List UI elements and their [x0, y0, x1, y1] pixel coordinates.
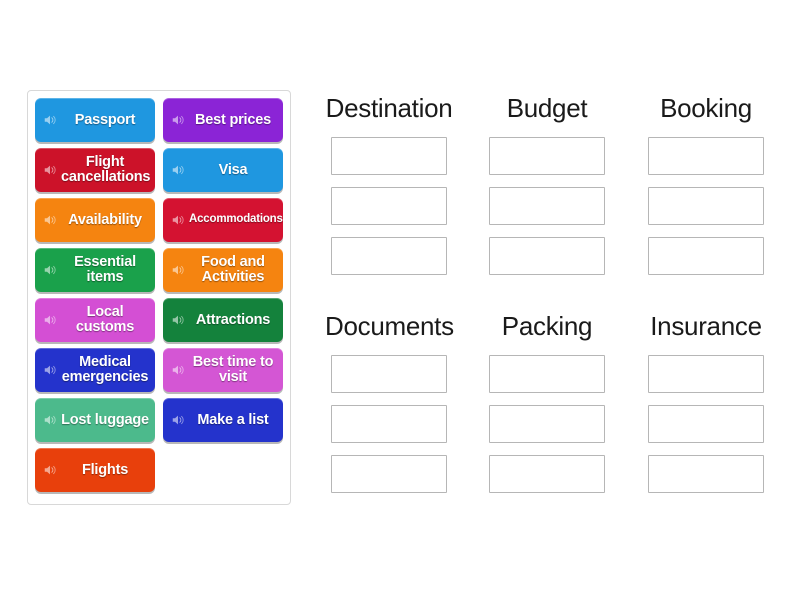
draggable-tile[interactable]: Passport [35, 98, 155, 142]
tile-cell: Flight cancellations [31, 145, 159, 195]
tile-label: Flights [81, 461, 129, 478]
drop-slot[interactable] [331, 355, 447, 393]
speaker-icon[interactable] [43, 363, 57, 377]
draggable-tile[interactable]: Local customs [35, 298, 155, 342]
drop-slot[interactable] [648, 405, 764, 443]
drop-slot[interactable] [331, 405, 447, 443]
drop-zone-title: Documents [325, 311, 454, 341]
draggable-tile[interactable]: Best time to visit [163, 348, 283, 392]
drop-slot[interactable] [648, 137, 764, 175]
draggable-tile[interactable]: Food and Activities [163, 248, 283, 292]
drop-slot[interactable] [648, 187, 764, 225]
speaker-icon[interactable] [43, 113, 57, 127]
tile-cell: Best time to visit [159, 345, 287, 395]
drop-zone-column: Packing [483, 313, 611, 493]
drop-zone-column: Destination [325, 95, 453, 275]
drop-slot-list [642, 355, 770, 493]
drop-slot[interactable] [331, 187, 447, 225]
tile-label: Flight cancellations [61, 154, 151, 185]
speaker-icon[interactable] [43, 163, 57, 177]
tile-cell: Accommodations [159, 195, 287, 245]
speaker-icon[interactable] [43, 263, 57, 277]
drop-slot[interactable] [331, 455, 447, 493]
speaker-icon[interactable] [171, 263, 185, 277]
draggable-tile[interactable]: Lost luggage [35, 398, 155, 442]
speaker-icon[interactable] [171, 313, 185, 327]
tile-cell: Best prices [159, 95, 287, 145]
drop-slot[interactable] [331, 137, 447, 175]
drop-slot[interactable] [648, 355, 764, 393]
tile-cell: Passport [31, 95, 159, 145]
speaker-icon[interactable] [43, 463, 57, 477]
tile-label: Medical emergencies [61, 354, 149, 385]
speaker-icon[interactable] [171, 363, 185, 377]
drop-slot[interactable] [331, 237, 447, 275]
tile-cell: Make a list [159, 395, 287, 445]
tile-cell: Lost luggage [31, 395, 159, 445]
tile-cell: Availability [31, 195, 159, 245]
drop-slot[interactable] [648, 237, 764, 275]
speaker-icon[interactable] [43, 213, 57, 227]
drop-slot[interactable] [489, 237, 605, 275]
drop-zone-title: Budget [506, 93, 588, 123]
drop-slot-list [642, 137, 770, 275]
tile-cell: Attractions [159, 295, 287, 345]
tile-cell: Food and Activities [159, 245, 287, 295]
speaker-icon[interactable] [43, 413, 57, 427]
drop-zone-title: Destination [325, 93, 453, 123]
drop-slot-list [325, 137, 453, 275]
tile-cell: Visa [159, 145, 287, 195]
drop-zone-title: Packing [501, 311, 593, 341]
tile-label: Food and Activities [201, 254, 265, 285]
drop-zone-title: Insurance [650, 311, 762, 341]
tile-cell: Flights [31, 445, 159, 495]
tile-grid: Passport Best prices Flight cancellations V… [31, 95, 287, 495]
draggable-tile[interactable]: Accommodations [163, 198, 283, 242]
draggable-tile[interactable]: Flights [35, 448, 155, 492]
tile-cell: Medical emergencies [31, 345, 159, 395]
speaker-icon[interactable] [171, 213, 185, 227]
tile-label: Passport [74, 111, 136, 128]
draggable-tile[interactable]: Medical emergencies [35, 348, 155, 392]
speaker-icon[interactable] [43, 313, 57, 327]
drop-slot[interactable] [489, 405, 605, 443]
draggable-tiles-panel[interactable]: Passport Best prices Flight cancellations V… [27, 90, 291, 505]
speaker-icon[interactable] [171, 113, 185, 127]
tile-cell: Essential items [31, 245, 159, 295]
tile-label: Best prices [195, 111, 271, 128]
drop-slot[interactable] [489, 455, 605, 493]
drop-slot[interactable] [489, 187, 605, 225]
tile-cell: Local customs [31, 295, 159, 345]
drop-slot[interactable] [489, 137, 605, 175]
tile-label: Local customs [75, 304, 135, 335]
draggable-tile[interactable]: Make a list [163, 398, 283, 442]
tile-label: Availability [68, 211, 142, 228]
drop-zone-column: Insurance [642, 313, 770, 493]
drop-zone-column: Documents [325, 311, 454, 493]
draggable-tile[interactable]: Visa [163, 148, 283, 192]
drop-zone-column: Booking [642, 95, 770, 275]
draggable-tile[interactable]: Essential items [35, 248, 155, 292]
tile-label: Accommodations [189, 213, 283, 226]
draggable-tile[interactable]: Best prices [163, 98, 283, 142]
drop-slot-list [325, 355, 453, 493]
drop-zone-column: Budget [483, 95, 611, 275]
draggable-tile[interactable]: Availability [35, 198, 155, 242]
draggable-tile[interactable]: Attractions [163, 298, 283, 342]
drop-slot[interactable] [648, 455, 764, 493]
speaker-icon[interactable] [171, 413, 185, 427]
tile-label: Make a list [197, 411, 269, 428]
drop-zone-title: Booking [660, 93, 752, 123]
tile-label: Lost luggage [61, 411, 149, 428]
drop-slot[interactable] [489, 355, 605, 393]
tile-label: Visa [218, 161, 248, 178]
tile-label: Attractions [195, 311, 271, 328]
drop-slot-list [483, 137, 611, 275]
drop-slot-list [483, 355, 611, 493]
tile-label: Essential items [74, 254, 136, 285]
tile-label: Best time to visit [192, 354, 274, 385]
draggable-tile[interactable]: Flight cancellations [35, 148, 155, 192]
speaker-icon[interactable] [171, 163, 185, 177]
